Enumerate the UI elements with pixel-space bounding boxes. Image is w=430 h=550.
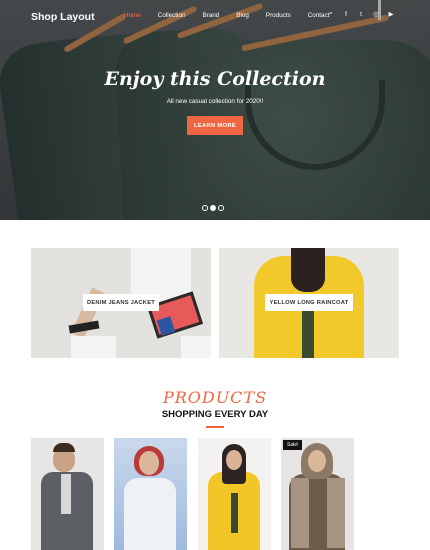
model-head [226,450,242,470]
model-head [139,451,159,475]
product-card[interactable] [114,438,187,550]
raincoat-strap [231,493,238,533]
nav-item-contact[interactable]: Contact [308,12,330,19]
sale-badge: Sale! [283,440,303,450]
learn-more-button[interactable]: LEARN MORE [187,116,243,135]
raincoat-strap [302,308,314,358]
products-subheading: SHOPPING EVERY DAY [161,409,269,420]
twitter-icon[interactable]: t [358,11,364,18]
product-card[interactable] [31,438,104,550]
search-icon[interactable]: ⌕ [328,10,334,18]
hero-banner: Shop Layout Home Collection Brand Blog P… [0,0,430,220]
nav-item-home[interactable]: Home [124,12,141,19]
brand-logo[interactable]: Shop Layout [31,11,95,23]
nav-item-products[interactable]: Products [266,12,291,19]
hero-title: Enjoy this Collection [104,68,326,90]
model-blouse [124,478,176,550]
slider-dot[interactable] [218,205,224,211]
instagram-icon[interactable]: ◎ [373,10,379,18]
header-icons: ⌕ f t ◎ ▶ [328,10,394,18]
model-hair [291,248,325,292]
category-label[interactable]: DENIM JEANS JACKET [83,294,159,311]
main-menu: Home Collection Brand Blog Products Cont… [124,12,346,19]
slider-dot-active[interactable] [210,205,216,211]
facebook-icon[interactable]: f [343,11,349,18]
nav-item-blog[interactable]: Blog [236,12,249,19]
white-block [181,336,211,358]
model-hair [53,443,75,452]
youtube-icon[interactable]: ▶ [388,10,394,18]
heading-divider [206,426,224,428]
category-label[interactable]: YELLOW LONG RAINCOAT [265,294,353,311]
category-card-raincoat[interactable]: YELLOW LONG RAINCOAT [219,248,399,358]
model-head [308,450,326,472]
product-card[interactable]: Sale! [281,438,354,550]
category-card-denim[interactable]: DENIM JEANS JACKET [31,248,211,358]
white-block [71,336,116,358]
slider-dot[interactable] [202,205,208,211]
hero-subtitle: All new casual collection for 2020!! [166,98,264,105]
products-heading: PRODUCTS [162,388,268,407]
fur-trim [291,478,309,548]
nav-item-brand[interactable]: Brand [202,12,219,19]
model-shirt [61,474,71,514]
product-card[interactable] [198,438,271,550]
nav-item-collection[interactable]: Collection [158,12,186,19]
fur-trim [327,478,345,548]
slider-dots [202,205,224,211]
top-navigation: Shop Layout Home Collection Brand Blog P… [0,0,430,34]
